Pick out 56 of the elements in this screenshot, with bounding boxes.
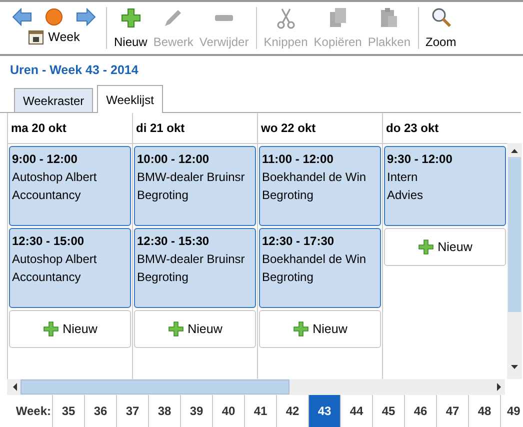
week-label: Week:	[14, 403, 52, 420]
home-circle-icon[interactable]	[43, 7, 65, 27]
new-entry-button[interactable]: Nieuw	[259, 310, 381, 348]
entry-time: 12:30 - 17:30	[262, 233, 336, 250]
entry-time: 12:30 - 15:30	[137, 233, 210, 250]
entry-client: BMW-dealer Bruinsr	[137, 251, 246, 268]
plus-icon	[292, 321, 309, 337]
time-entry-card[interactable]: 11:00 - 12:00 Boekhandel de Win Begroting	[259, 146, 381, 226]
back-arrow-icon[interactable]	[11, 7, 33, 27]
week-view-button[interactable]: Week	[28, 29, 80, 45]
plus-icon	[118, 6, 143, 30]
week-number[interactable]: 49	[500, 395, 523, 427]
entry-time: 9:30 - 12:00	[387, 151, 454, 168]
day-header: di 21 okt	[133, 113, 257, 144]
entry-activity: Accountancy	[12, 269, 82, 286]
day-header: ma 20 okt	[8, 113, 132, 144]
entry-activity: Begroting	[137, 187, 190, 204]
entry-client: Boekhandel de Win	[262, 251, 368, 268]
entry-time: 11:00 - 12:00	[262, 151, 334, 168]
tab[interactable]: Weekraster	[14, 88, 94, 112]
new-entry-button[interactable]: Nieuw	[384, 228, 506, 266]
time-entry-card[interactable]: 10:00 - 12:00 BMW-dealer Bruinsr Begroting	[134, 146, 256, 226]
time-entry-card[interactable]: 12:30 - 15:00 Autoshop Albert Accountancy	[9, 228, 131, 308]
entry-activity: Begroting	[262, 187, 314, 204]
page-title: Uren - Week 43 - 2014	[9, 62, 140, 79]
plus-icon	[42, 321, 59, 337]
toolbar-button[interactable]: Zoom	[422, 2, 460, 54]
forward-arrow-icon[interactable]	[75, 7, 97, 27]
entry-client: Boekhandel de Win	[262, 169, 368, 186]
time-entry-card[interactable]: 9:30 - 12:00 Intern Advies	[384, 146, 506, 226]
entry-client: Autoshop Albert	[12, 169, 98, 186]
week-number[interactable]: 43	[308, 395, 340, 427]
day-header: do 23 okt	[383, 113, 507, 144]
tab[interactable]: Weeklijst	[97, 85, 163, 113]
entry-activity: Advies	[387, 187, 424, 204]
entry-time: 12:30 - 15:00	[12, 233, 86, 250]
time-entry-card[interactable]: 12:30 - 15:30 BMW-dealer Bruinsr Begroting	[134, 228, 256, 308]
entry-activity: Accountancy	[12, 187, 82, 204]
entry-client: Intern	[387, 169, 419, 186]
entry-time: 10:00 - 12:00	[137, 151, 210, 168]
entry-time: 9:00 - 12:00	[12, 151, 78, 168]
entry-activity: Begroting	[262, 269, 314, 286]
plus-icon	[168, 321, 184, 337]
entry-activity: Begroting	[137, 269, 190, 286]
plus-icon	[418, 239, 434, 255]
horizontal-scrollbar[interactable]	[7, 379, 505, 395]
toolbar-button[interactable]: Nieuw	[111, 2, 150, 54]
time-entry-card[interactable]: 12:30 - 17:30 Boekhandel de Win Begroting	[259, 228, 381, 308]
new-entry-button[interactable]: Nieuw	[134, 310, 256, 348]
entry-client: BMW-dealer Bruinsr	[137, 169, 246, 186]
entry-client: Autoshop Albert	[12, 251, 98, 268]
new-entry-button[interactable]: Nieuw	[9, 310, 131, 348]
vertical-scrollbar[interactable]	[507, 143, 522, 379]
calendar-icon	[28, 29, 44, 45]
day-header: wo 22 okt	[258, 113, 382, 144]
time-entry-card[interactable]: 9:00 - 12:00 Autoshop Albert Accountancy	[9, 146, 131, 226]
